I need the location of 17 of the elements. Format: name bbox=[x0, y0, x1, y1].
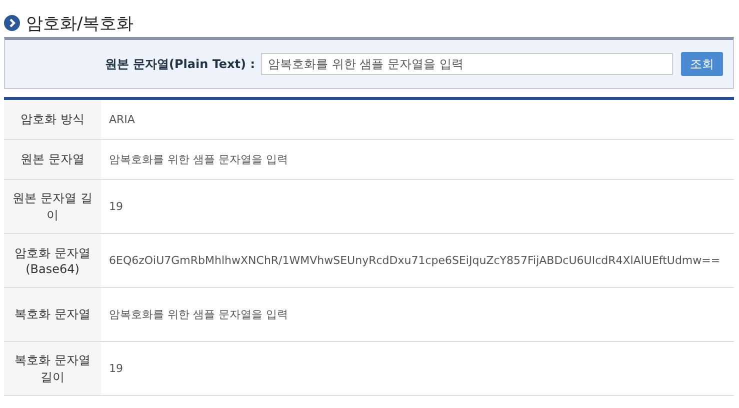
row-label: 암호화 문자열(Base64) bbox=[14, 245, 92, 276]
row-label: 원본 문자열 길이 bbox=[12, 190, 94, 224]
row-label: 복호화 문자열 bbox=[14, 306, 90, 323]
row-value: ARIA bbox=[109, 113, 135, 126]
row-value: 암복호화를 위한 샘플 문자열을 입력 bbox=[109, 152, 288, 167]
row-value: 암복호화를 위한 샘플 문자열을 입력 bbox=[109, 307, 288, 322]
input-field[interactable]: 암복호화를 위한 샘플 문자열을 입력 bbox=[261, 53, 673, 75]
row-value: 6EQ6zOiU7GmRbMhlhwXNChR/1WMVhwSEUnyRcdDxu71cpe6SEiJquZcY857FijABDcU6UIcdR4XlAlUEftUdmw== bbox=[109, 254, 720, 267]
row-value: 19 bbox=[109, 362, 123, 375]
field-label: 원본 문자열(Plain Text) : bbox=[104, 56, 255, 72]
row-label: 원본 문자열 bbox=[20, 151, 84, 168]
row-label: 복호화 문자열 길이 bbox=[14, 352, 92, 386]
chevron-icon bbox=[4, 15, 20, 31]
page-title: 암호화/복호화 bbox=[26, 12, 134, 34]
row-value: 19 bbox=[109, 200, 123, 213]
row-label: 암호화 방식 bbox=[20, 111, 84, 128]
search-button[interactable]: 조회 bbox=[681, 52, 723, 76]
